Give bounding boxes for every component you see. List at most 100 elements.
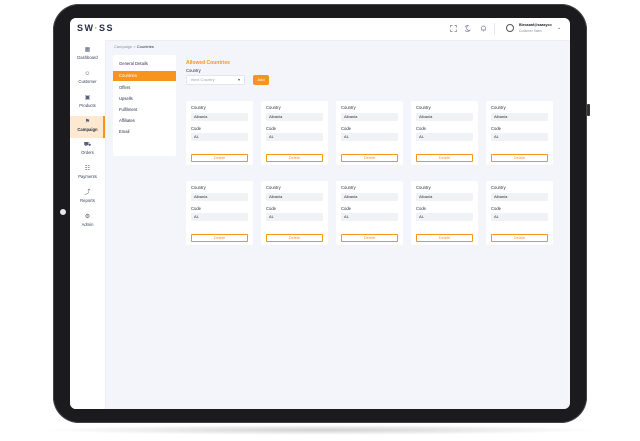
country-card: Country Albania Code AL Delete — [486, 101, 553, 165]
payments-icon: ☷ — [84, 166, 91, 172]
app-screen: SW·SS Bleosaaf@saasyco Customer Sales ⌄ … — [70, 18, 570, 409]
card-code-label: Code — [416, 206, 427, 211]
card-country-label: Country — [266, 185, 281, 190]
subnav-upsells[interactable]: Upsells — [113, 94, 176, 104]
truck-icon: ⛟ — [83, 142, 92, 148]
delete-button[interactable]: Delete — [266, 234, 323, 242]
card-country-value: Albania — [191, 193, 248, 201]
country-card: Country Albania Code AL Delete — [186, 181, 253, 245]
header-divider — [494, 23, 495, 35]
card-code-value: AL — [191, 133, 248, 141]
subnav-fulfilment[interactable]: Fulfilment — [113, 105, 176, 115]
country-card: Country Albania Code AL Delete — [261, 101, 328, 165]
delete-button[interactable]: Delete — [191, 234, 248, 242]
card-code-value: AL — [491, 133, 548, 141]
card-code-value: AL — [341, 133, 398, 141]
card-country-value: Albania — [341, 193, 398, 201]
delete-button[interactable]: Delete — [416, 154, 473, 162]
sidebar-item-customer[interactable]: ☺ Customer — [70, 70, 105, 90]
customer-icon: ☺ — [84, 71, 91, 77]
sidebar-item-label: Customer — [78, 79, 97, 84]
subnav-countries[interactable]: Countries — [113, 71, 176, 81]
country-card: Country Albania Code AL Delete — [411, 181, 478, 245]
card-code-value: AL — [266, 133, 323, 141]
card-country-value: Albania — [191, 113, 248, 121]
products-icon: ▣ — [84, 95, 91, 101]
delete-button[interactable]: Delete — [341, 154, 398, 162]
sidebar-item-label: Reports — [80, 198, 95, 203]
card-country-value: Albania — [491, 113, 548, 121]
delete-button[interactable]: Delete — [491, 234, 548, 242]
delete-button[interactable]: Delete — [191, 154, 248, 162]
country-card: Country Albania Code AL Delete — [186, 101, 253, 165]
country-card: Country Albania Code AL Delete — [486, 181, 553, 245]
moon-icon[interactable] — [464, 25, 472, 32]
reports-icon: ⤴ — [84, 190, 91, 196]
sidebar-item-reports[interactable]: ⤴ Reports — [70, 189, 105, 209]
app-logo[interactable]: SW·SS — [77, 23, 114, 33]
campaign-subnav: General Details Countries Offers Upsells… — [113, 55, 176, 156]
delete-button[interactable]: Delete — [341, 234, 398, 242]
country-label: Country — [186, 68, 201, 73]
bell-icon[interactable] — [480, 25, 487, 32]
country-card: Country Albania Code AL Delete — [336, 101, 403, 165]
card-country-value: Albania — [266, 113, 323, 121]
card-country-label: Country — [341, 105, 356, 110]
card-code-value: AL — [341, 213, 398, 221]
chevron-down-icon: ▾ — [237, 77, 240, 82]
sidebar-item-label: Admin — [81, 222, 94, 227]
sidebar-item-label: Dashboard — [77, 55, 98, 60]
sidebar-item-label: Payments — [78, 174, 97, 179]
fullscreen-icon[interactable] — [450, 25, 457, 32]
sidebar-item-admin[interactable]: ⚙ Admin — [70, 213, 105, 233]
card-code-value: AL — [416, 133, 473, 141]
card-code-value: AL — [266, 213, 323, 221]
card-country-label: Country — [341, 185, 356, 190]
card-code-label: Code — [341, 126, 352, 131]
gear-icon: ⚙ — [84, 214, 91, 220]
sidebar-item-campaign[interactable]: ⚑ Campaign — [70, 116, 105, 138]
country-card: Country Albania Code AL Delete — [336, 181, 403, 245]
dashboard-icon: ▦ — [84, 47, 91, 53]
card-code-label: Code — [191, 126, 202, 131]
user-name[interactable]: Bleosaaf@saasyco — [519, 23, 552, 27]
subnav-affiliates[interactable]: Affiliates — [113, 116, 176, 126]
breadcrumb-current: Countries — [136, 44, 154, 49]
card-country-value: Albania — [416, 193, 473, 201]
country-select[interactable]: elect Country ▾ — [186, 75, 245, 85]
delete-button[interactable]: Delete — [416, 234, 473, 242]
user-role: Customer Sales — [519, 29, 542, 33]
add-button[interactable]: Add — [253, 75, 269, 85]
card-country-label: Country — [191, 185, 206, 190]
flag-icon: ⚑ — [84, 119, 91, 125]
card-code-label: Code — [191, 206, 202, 211]
subnav-offers[interactable]: Offers — [113, 83, 176, 93]
sidebar-item-orders[interactable]: ⛟ Orders — [70, 141, 105, 161]
card-country-value: Albania — [416, 113, 473, 121]
country-card: Country Albania Code AL Delete — [261, 181, 328, 245]
card-code-value: AL — [491, 213, 548, 221]
card-code-label: Code — [266, 126, 277, 131]
subnav-email[interactable]: Email — [113, 127, 176, 137]
chevron-down-icon[interactable]: ⌄ — [557, 25, 561, 31]
card-country-value: Albania — [341, 113, 398, 121]
sidebar-item-label: Products — [79, 103, 96, 108]
sidebar-item-dashboard[interactable]: ▦ Dashboard — [70, 46, 105, 66]
sidebar: ▦ Dashboard ☺ Customer ▣ Products ⚑ Camp… — [70, 40, 106, 409]
card-code-value: AL — [191, 213, 248, 221]
card-code-label: Code — [491, 126, 502, 131]
delete-button[interactable]: Delete — [266, 154, 323, 162]
delete-button[interactable]: Delete — [491, 154, 548, 162]
card-code-label: Code — [416, 126, 427, 131]
tablet-frame: SW·SS Bleosaaf@saasyco Customer Sales ⌄ … — [53, 4, 590, 423]
card-code-label: Code — [266, 206, 277, 211]
sidebar-item-payments[interactable]: ☷ Payments — [70, 165, 105, 185]
sidebar-item-products[interactable]: ▣ Products — [70, 94, 105, 114]
sidebar-item-label: Orders — [81, 150, 94, 155]
avatar[interactable] — [506, 24, 514, 32]
card-code-label: Code — [491, 206, 502, 211]
home-button — [60, 209, 66, 215]
breadcrumb-parent[interactable]: Campaign — [114, 44, 132, 49]
subnav-general-details[interactable]: General Details — [113, 59, 176, 69]
card-country-label: Country — [491, 185, 506, 190]
